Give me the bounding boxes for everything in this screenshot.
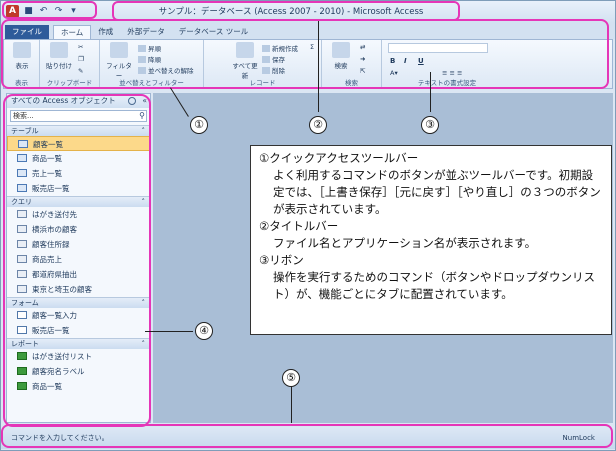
callout-4: ④ [195,322,213,340]
explanation-heading-qat: ①クイックアクセスツールバー [259,151,419,165]
annotation-frame-ribbon [1,19,609,89]
leader-line-3 [430,72,431,112]
explanation-heading-ribbon: ③リボン [259,253,304,267]
explanation-body-titlebar: ファイル名とアプリケーション名が表示されます。 [273,236,537,250]
explanation-heading-titlebar: ②タイトルバー [259,219,339,233]
callout-3: ③ [421,116,439,134]
leader-line-5 [291,385,292,423]
leader-line-2 [318,21,319,112]
callout-1: ① [190,116,208,134]
explanation-body-qat: よく利用するコマンドのボタンが並ぶツールバーです。初期設定では、［上書き保存］［… [273,168,601,216]
callout-2: ② [309,116,327,134]
annotation-frame-titlebar [112,1,460,21]
explanation-body-ribbon: 操作を実行するためのコマンド（ボタンやドロップダウンリスト）が、機能ごとにタブに… [273,270,595,301]
annotation-frame-qat [2,1,97,19]
callout-5: ⑤ [282,369,300,387]
annotation-frame-statusbar [1,424,613,448]
leader-line-4 [145,331,193,332]
annotation-frame-navpane [3,94,151,427]
explanation-box: ①クイックアクセスツールバー よく利用するコマンドのボタンが並ぶツールバーです。… [250,145,612,335]
